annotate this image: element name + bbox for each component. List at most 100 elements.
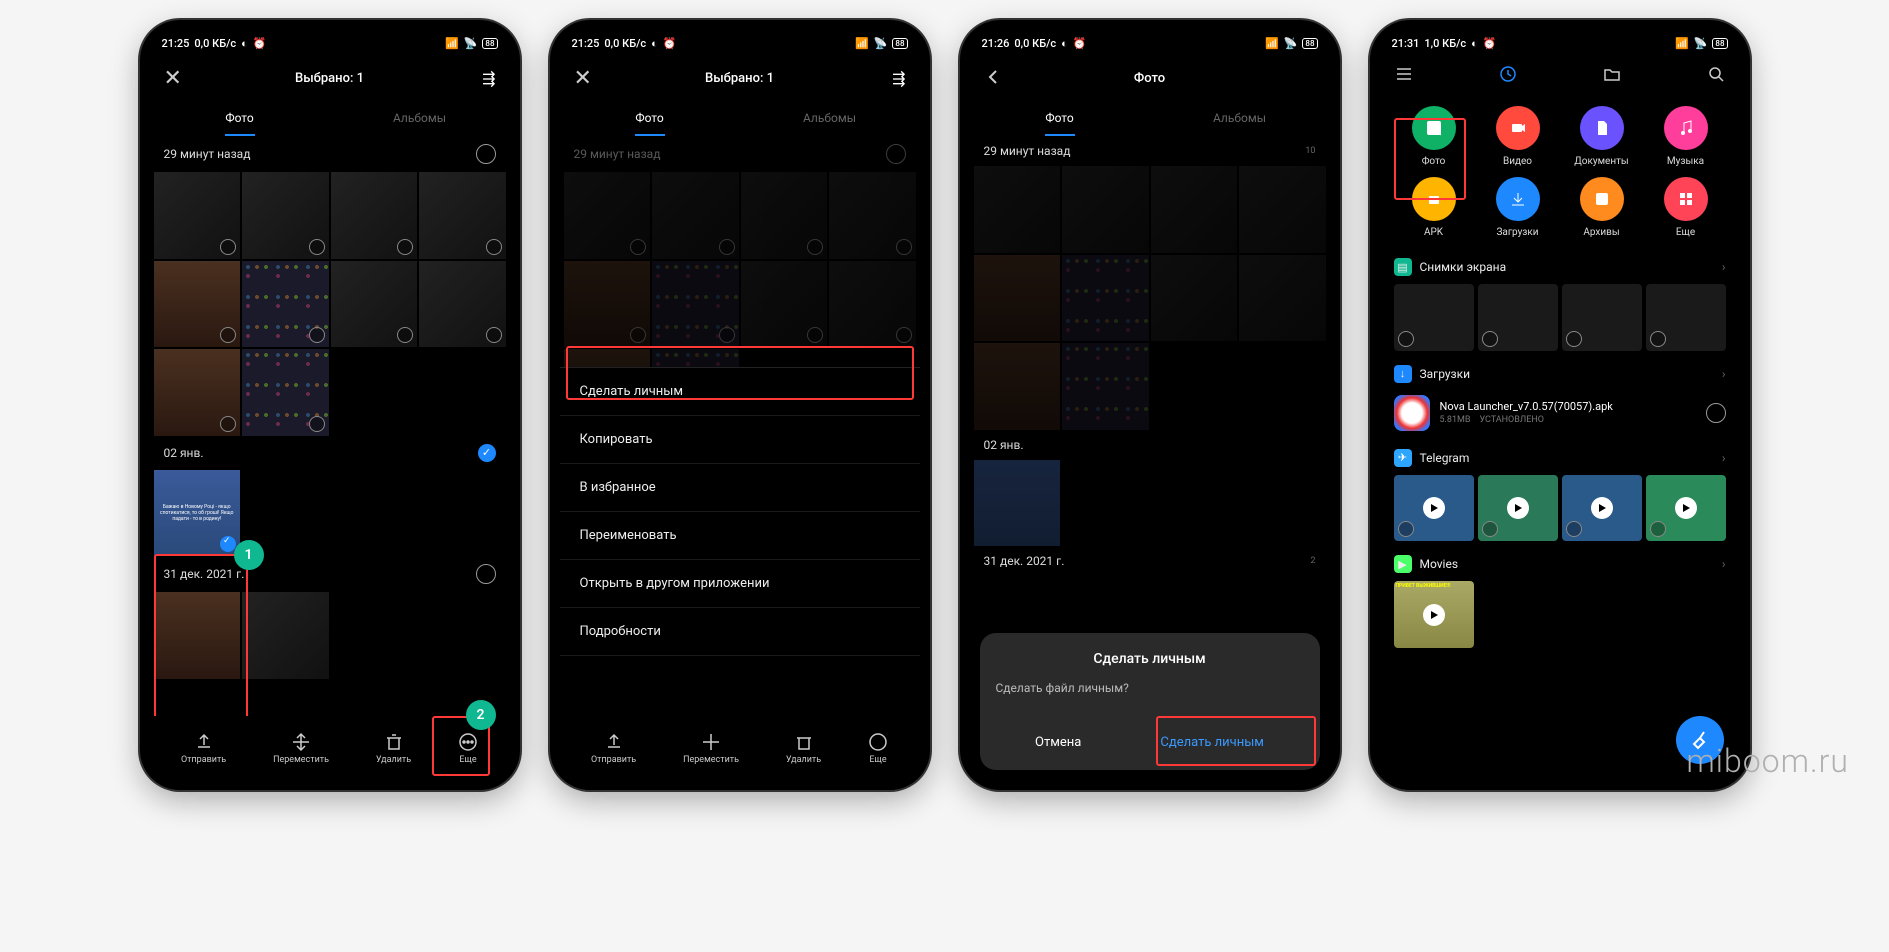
- photo-thumb[interactable]: [1151, 255, 1238, 342]
- android-icon: [1412, 177, 1456, 221]
- video-thumb[interactable]: [1562, 475, 1642, 542]
- photo-thumb[interactable]: [1062, 255, 1149, 342]
- photo-thumb[interactable]: [1151, 166, 1238, 253]
- photo-thumb[interactable]: [242, 172, 329, 259]
- photo-thumb[interactable]: [974, 460, 1061, 547]
- close-icon[interactable]: ✕: [574, 66, 592, 91]
- move-button[interactable]: Переместить: [273, 732, 329, 765]
- photo-thumb[interactable]: [741, 172, 828, 259]
- section-title: Загрузки: [1420, 367, 1471, 381]
- photo-thumb[interactable]: [564, 172, 651, 259]
- menu-rename[interactable]: Переименовать: [560, 512, 920, 560]
- tab-albums[interactable]: Альбомы: [740, 100, 920, 136]
- folder-icon[interactable]: [1602, 64, 1622, 88]
- photo-thumb[interactable]: [652, 172, 739, 259]
- send-button[interactable]: Отправить: [181, 732, 226, 765]
- more-button[interactable]: Еще: [868, 732, 888, 765]
- section-select-all[interactable]: [476, 144, 496, 164]
- photo-thumb[interactable]: [741, 261, 828, 348]
- movies-section[interactable]: ▶ Movies › ПРИВЕТ ВЫЖИВШИЕ!!!: [1380, 545, 1740, 652]
- photo-thumb[interactable]: [154, 592, 241, 679]
- section-select-all[interactable]: [476, 564, 496, 584]
- tab-albums[interactable]: Альбомы: [330, 100, 510, 136]
- menu-open-with[interactable]: Открыть в другом приложении: [560, 560, 920, 608]
- photo-thumb[interactable]: [1062, 343, 1149, 430]
- cat-music[interactable]: Музыка: [1646, 106, 1726, 167]
- move-button[interactable]: Переместить: [683, 732, 739, 765]
- menu-make-private[interactable]: Сделать личным: [560, 368, 920, 416]
- video-thumb[interactable]: [1394, 475, 1474, 542]
- screenshots-section[interactable]: ▤ Снимки экрана ›: [1380, 248, 1740, 355]
- cat-apk[interactable]: APK: [1394, 177, 1474, 238]
- photo-thumb[interactable]: [154, 172, 241, 259]
- video-thumb[interactable]: [1478, 475, 1558, 542]
- downloads-section[interactable]: ↓ Загрузки › Nova Launcher_v7.0.57(70057…: [1380, 355, 1740, 439]
- photo-thumb[interactable]: [154, 261, 241, 348]
- screenshot-thumb[interactable]: [1562, 284, 1642, 351]
- close-icon[interactable]: ✕: [164, 66, 182, 91]
- select-all-icon[interactable]: ⇶: [482, 69, 495, 88]
- section-select-all[interactable]: [478, 444, 496, 462]
- tab-albums[interactable]: Альбомы: [1150, 100, 1330, 136]
- section-select-all[interactable]: [886, 144, 906, 164]
- download-icon: [1496, 177, 1540, 221]
- screenshot-thumb[interactable]: [1394, 284, 1474, 351]
- photo-thumb[interactable]: [419, 172, 506, 259]
- cat-more[interactable]: Еще: [1646, 177, 1726, 238]
- tab-photos[interactable]: Фото: [560, 100, 740, 136]
- section-count: 2: [1310, 556, 1315, 566]
- phone-2: 21:25 0,0 КБ/с ◐ ⏰ 📶 📡 88 ✕ Выбрано: 1 ⇶…: [550, 20, 930, 790]
- photo-thumb[interactable]: [1062, 166, 1149, 253]
- section-label: 31 дек. 2021 г.: [984, 554, 1065, 568]
- confirm-button[interactable]: Сделать личным: [1136, 725, 1288, 760]
- photo-thumb[interactable]: [974, 255, 1061, 342]
- cat-downloads[interactable]: Загрузки: [1478, 177, 1558, 238]
- menu-favorite[interactable]: В избранное: [560, 464, 920, 512]
- cat-docs[interactable]: Документы: [1562, 106, 1642, 167]
- file-row[interactable]: Nova Launcher_v7.0.57(70057).apk 5.81MB …: [1394, 391, 1726, 435]
- delete-button[interactable]: Удалить: [786, 732, 821, 765]
- search-icon[interactable]: [1706, 64, 1726, 88]
- tab-photos[interactable]: Фото: [970, 100, 1150, 136]
- cat-archives[interactable]: ZIPАрхивы: [1562, 177, 1642, 238]
- photo-thumb[interactable]: [1239, 255, 1326, 342]
- photo-thumb[interactable]: [829, 261, 916, 348]
- move-icon: [291, 732, 311, 752]
- cancel-button[interactable]: Отмена: [1011, 725, 1105, 760]
- photo-thumb[interactable]: [829, 172, 916, 259]
- send-button[interactable]: Отправить: [591, 732, 636, 765]
- photo-thumb[interactable]: [154, 349, 241, 436]
- tab-photos[interactable]: Фото: [150, 100, 330, 136]
- file-select-ring[interactable]: [1706, 403, 1726, 423]
- photo-thumb[interactable]: [974, 343, 1061, 430]
- menu-icon[interactable]: [1394, 64, 1414, 88]
- photo-thumb[interactable]: [331, 261, 418, 348]
- photo-thumb[interactable]: [242, 261, 329, 348]
- image-icon: [1412, 106, 1456, 150]
- screenshot-thumb[interactable]: [1646, 284, 1726, 351]
- video-thumb[interactable]: [1646, 475, 1726, 542]
- photo-thumb[interactable]: [419, 261, 506, 348]
- photo-thumb[interactable]: [242, 592, 329, 679]
- photo-thumb[interactable]: [242, 349, 329, 436]
- recent-icon[interactable]: [1498, 64, 1518, 88]
- more-button[interactable]: Еще: [458, 732, 478, 765]
- photo-thumb[interactable]: [1239, 166, 1326, 253]
- photo-thumb[interactable]: [974, 166, 1061, 253]
- alarm-icon: ⏰: [663, 37, 677, 50]
- photo-thumb-selected[interactable]: Бажаю в Новому Році - якщо спотикатися, …: [154, 470, 241, 557]
- download-small-icon: ↓: [1394, 365, 1412, 383]
- back-button[interactable]: [984, 67, 1002, 89]
- cat-video[interactable]: Видео: [1478, 106, 1558, 167]
- photo-thumb[interactable]: [564, 261, 651, 348]
- delete-button[interactable]: Удалить: [376, 732, 411, 765]
- menu-copy[interactable]: Копировать: [560, 416, 920, 464]
- movie-thumb[interactable]: ПРИВЕТ ВЫЖИВШИЕ!!!: [1394, 581, 1474, 648]
- cat-photo[interactable]: Фото: [1394, 106, 1474, 167]
- photo-thumb[interactable]: [652, 261, 739, 348]
- photo-thumb[interactable]: [331, 172, 418, 259]
- select-all-icon[interactable]: ⇶: [892, 69, 905, 88]
- screenshot-thumb[interactable]: [1478, 284, 1558, 351]
- menu-details[interactable]: Подробности: [560, 608, 920, 656]
- telegram-section[interactable]: ✈ Telegram ›: [1380, 439, 1740, 546]
